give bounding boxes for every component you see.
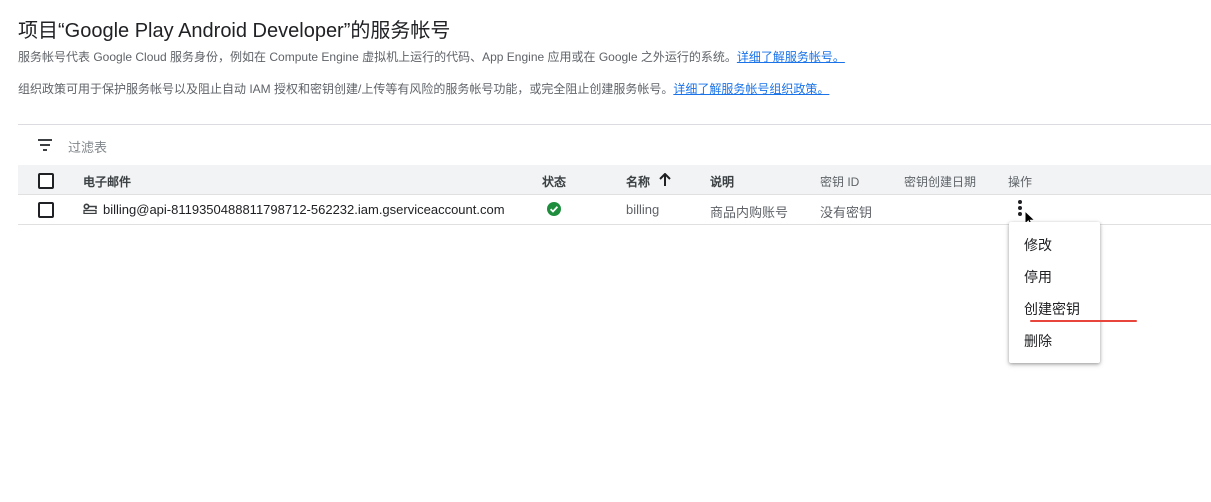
table-header: 电子邮件 状态 名称 说明 密钥 ID 密钥创建日期 操作 [18, 165, 1211, 195]
org-policy-text: 组织政策可用于保护服务帐号以及阻止自动 IAM 授权和密钥创建/上传等有风险的服… [18, 82, 674, 96]
column-key-id[interactable]: 密钥 ID [820, 173, 859, 190]
arrow-upward-icon[interactable] [659, 173, 671, 187]
row-checkbox[interactable] [38, 202, 54, 218]
row-key-id: 没有密钥 [820, 205, 873, 220]
filter-input[interactable]: 过滤表 [68, 137, 107, 156]
column-actions: 操作 [1008, 175, 1033, 189]
filter-bar[interactable]: 过滤表 [18, 125, 1211, 165]
column-status[interactable]: 状态 [542, 173, 566, 190]
org-policy-description: 组织政策可用于保护服务帐号以及阻止自动 IAM 授权和密钥创建/上传等有风险的服… [18, 80, 829, 97]
annotation-underline [1030, 320, 1137, 322]
row-actions-menu: 修改 停用 创建密钥 删除 [1009, 222, 1100, 363]
more-vert-icon[interactable] [1018, 200, 1022, 216]
learn-more-org-policy-link[interactable]: 详细了解服务帐号组织政策。 [673, 82, 829, 96]
column-key-date[interactable]: 密钥创建日期 [904, 173, 976, 190]
page-title: 项目“Google Play Android Developer”的服务帐号 [18, 20, 451, 42]
column-name[interactable]: 名称 [626, 173, 650, 190]
row-email[interactable]: billing@api-8119350488811798712-562232.i… [103, 202, 505, 217]
select-all-checkbox[interactable] [38, 173, 54, 189]
menu-item-disable[interactable]: 停用 [1024, 267, 1052, 287]
learn-more-service-accounts-link[interactable]: 详细了解服务帐号。 [737, 50, 845, 64]
service-account-icon [83, 203, 97, 214]
row-description: 商品内购账号 [710, 205, 789, 220]
column-email[interactable]: 电子邮件 [83, 173, 131, 190]
menu-item-create-key[interactable]: 创建密钥 [1024, 299, 1080, 319]
description-text: 服务帐号代表 Google Cloud 服务身份，例如在 Compute Eng… [18, 50, 737, 64]
check-circle-icon [547, 202, 561, 216]
menu-item-delete[interactable]: 删除 [1024, 331, 1052, 351]
menu-item-edit[interactable]: 修改 [1024, 235, 1052, 255]
row-name: billing [626, 202, 660, 217]
column-description[interactable]: 说明 [710, 173, 734, 190]
filter-icon[interactable] [38, 139, 52, 151]
page-description: 服务帐号代表 Google Cloud 服务身份，例如在 Compute Eng… [18, 48, 845, 65]
